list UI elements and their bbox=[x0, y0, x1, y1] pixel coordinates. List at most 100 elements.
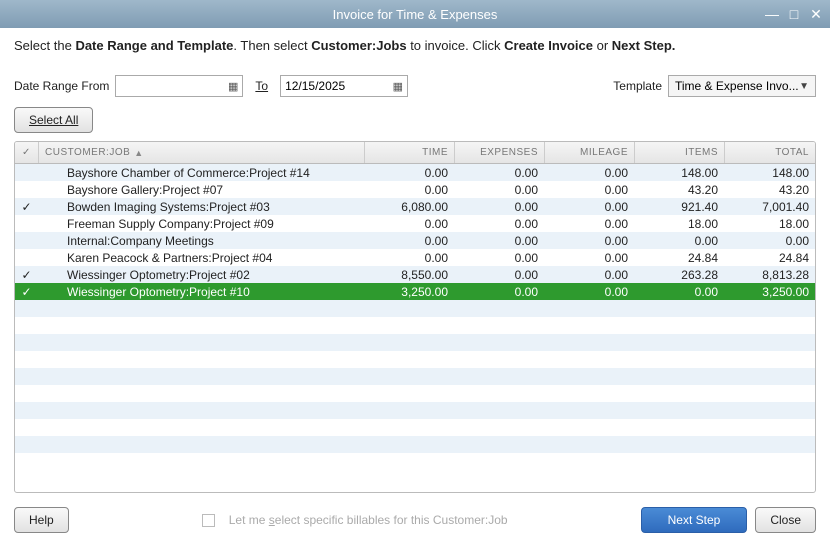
cell-customer bbox=[39, 385, 365, 402]
table-row[interactable]: Internal:Company Meetings0.000.000.000.0… bbox=[15, 232, 815, 249]
cell-mileage bbox=[545, 317, 635, 334]
cell-check bbox=[15, 334, 39, 351]
table-row[interactable]: Bayshore Gallery:Project #070.000.000.00… bbox=[15, 181, 815, 198]
cell-items bbox=[635, 317, 725, 334]
table-row bbox=[15, 453, 815, 470]
cell-items bbox=[635, 419, 725, 436]
cell-time bbox=[365, 453, 455, 470]
cell-check: ✓ bbox=[15, 283, 39, 300]
cell-time bbox=[365, 351, 455, 368]
cell-check bbox=[15, 368, 39, 385]
cell-mileage bbox=[545, 436, 635, 453]
cell-expenses bbox=[455, 317, 545, 334]
template-select[interactable]: Time & Expense Invo... ▼ bbox=[668, 75, 816, 97]
cell-items: 0.00 bbox=[635, 232, 725, 249]
table-body: Bayshore Chamber of Commerce:Project #14… bbox=[15, 164, 815, 470]
cell-mileage bbox=[545, 368, 635, 385]
cell-check bbox=[15, 164, 39, 181]
cell-customer: Internal:Company Meetings bbox=[39, 232, 365, 249]
cell-items bbox=[635, 368, 725, 385]
cell-check: ✓ bbox=[15, 198, 39, 215]
cell-mileage bbox=[545, 419, 635, 436]
close-button[interactable]: Close bbox=[755, 507, 816, 533]
table-row bbox=[15, 402, 815, 419]
instruction-bold: Next Step. bbox=[612, 38, 676, 53]
cell-mileage bbox=[545, 453, 635, 470]
cell-total bbox=[725, 419, 815, 436]
chevron-down-icon: ▼ bbox=[799, 81, 809, 92]
table-row[interactable]: Karen Peacock & Partners:Project #040.00… bbox=[15, 249, 815, 266]
cell-items: 43.20 bbox=[635, 181, 725, 198]
col-check[interactable]: ✓ bbox=[15, 142, 39, 163]
window-title: Invoice for Time & Expenses bbox=[8, 7, 822, 22]
table-header: ✓ CUSTOMER:JOB ▲ TIME EXPENSES MILEAGE I… bbox=[15, 142, 815, 164]
invoice-table: ✓ CUSTOMER:JOB ▲ TIME EXPENSES MILEAGE I… bbox=[14, 141, 816, 493]
help-label: Help bbox=[29, 513, 54, 527]
col-customer[interactable]: CUSTOMER:JOB ▲ bbox=[39, 142, 365, 163]
cell-items: 24.84 bbox=[635, 249, 725, 266]
cell-check bbox=[15, 300, 39, 317]
calendar-icon[interactable]: ▦ bbox=[228, 80, 238, 93]
col-time[interactable]: TIME bbox=[365, 142, 455, 163]
col-expenses[interactable]: EXPENSES bbox=[455, 142, 545, 163]
cell-time bbox=[365, 385, 455, 402]
cell-expenses bbox=[455, 351, 545, 368]
next-step-button[interactable]: Next Step bbox=[641, 507, 748, 533]
table-row[interactable]: Freeman Supply Company:Project #090.000.… bbox=[15, 215, 815, 232]
maximize-icon[interactable]: □ bbox=[786, 6, 802, 22]
help-button[interactable]: Help bbox=[14, 507, 69, 533]
cell-customer: Wiessinger Optometry:Project #10 bbox=[39, 283, 365, 300]
cell-mileage: 0.00 bbox=[545, 232, 635, 249]
select-all-button[interactable]: Select All bbox=[14, 107, 93, 133]
cell-time: 8,550.00 bbox=[365, 266, 455, 283]
cell-items: 0.00 bbox=[635, 283, 725, 300]
content-area: Select the Date Range and Template. Then… bbox=[0, 28, 830, 545]
date-to-input[interactable]: 12/15/2025 ▦ bbox=[280, 75, 408, 97]
cell-mileage: 0.00 bbox=[545, 215, 635, 232]
col-total[interactable]: TOTAL bbox=[725, 142, 815, 163]
cell-items bbox=[635, 334, 725, 351]
table-row bbox=[15, 351, 815, 368]
cell-total: 8,813.28 bbox=[725, 266, 815, 283]
template-label: Template bbox=[613, 79, 662, 93]
cell-customer bbox=[39, 351, 365, 368]
cell-time bbox=[365, 368, 455, 385]
cell-total bbox=[725, 402, 815, 419]
table-row[interactable]: ✓Bowden Imaging Systems:Project #036,080… bbox=[15, 198, 815, 215]
cell-expenses bbox=[455, 334, 545, 351]
cell-expenses: 0.00 bbox=[455, 181, 545, 198]
cell-check bbox=[15, 181, 39, 198]
cell-total: 18.00 bbox=[725, 215, 815, 232]
date-to-label: To bbox=[255, 79, 268, 93]
col-mileage[interactable]: MILEAGE bbox=[545, 142, 635, 163]
table-row[interactable]: ✓Wiessinger Optometry:Project #028,550.0… bbox=[15, 266, 815, 283]
cell-check bbox=[15, 232, 39, 249]
calendar-icon[interactable]: ▦ bbox=[393, 80, 403, 93]
instruction-part: Select the bbox=[14, 38, 75, 53]
cell-expenses bbox=[455, 300, 545, 317]
table-row[interactable]: ✓Wiessinger Optometry:Project #103,250.0… bbox=[15, 283, 815, 300]
cell-mileage bbox=[545, 300, 635, 317]
cell-check bbox=[15, 436, 39, 453]
date-from-input[interactable]: ▦ bbox=[115, 75, 243, 97]
cell-items: 148.00 bbox=[635, 164, 725, 181]
table-row bbox=[15, 385, 815, 402]
cell-mileage bbox=[545, 385, 635, 402]
table-row bbox=[15, 300, 815, 317]
cell-total bbox=[725, 317, 815, 334]
table-row bbox=[15, 317, 815, 334]
date-from-label: Date Range From bbox=[14, 79, 109, 93]
titlebar-buttons: — □ ✕ bbox=[764, 0, 824, 28]
minimize-icon[interactable]: — bbox=[764, 6, 780, 22]
titlebar: Invoice for Time & Expenses — □ ✕ bbox=[0, 0, 830, 28]
cell-time: 0.00 bbox=[365, 215, 455, 232]
table-row[interactable]: Bayshore Chamber of Commerce:Project #14… bbox=[15, 164, 815, 181]
cell-customer: Karen Peacock & Partners:Project #04 bbox=[39, 249, 365, 266]
cell-mileage: 0.00 bbox=[545, 164, 635, 181]
col-items[interactable]: ITEMS bbox=[635, 142, 725, 163]
cell-expenses: 0.00 bbox=[455, 266, 545, 283]
filter-row: Date Range From ▦ To 12/15/2025 ▦ Templa… bbox=[14, 75, 816, 97]
close-icon[interactable]: ✕ bbox=[808, 6, 824, 22]
cell-expenses: 0.00 bbox=[455, 164, 545, 181]
cell-time: 0.00 bbox=[365, 249, 455, 266]
